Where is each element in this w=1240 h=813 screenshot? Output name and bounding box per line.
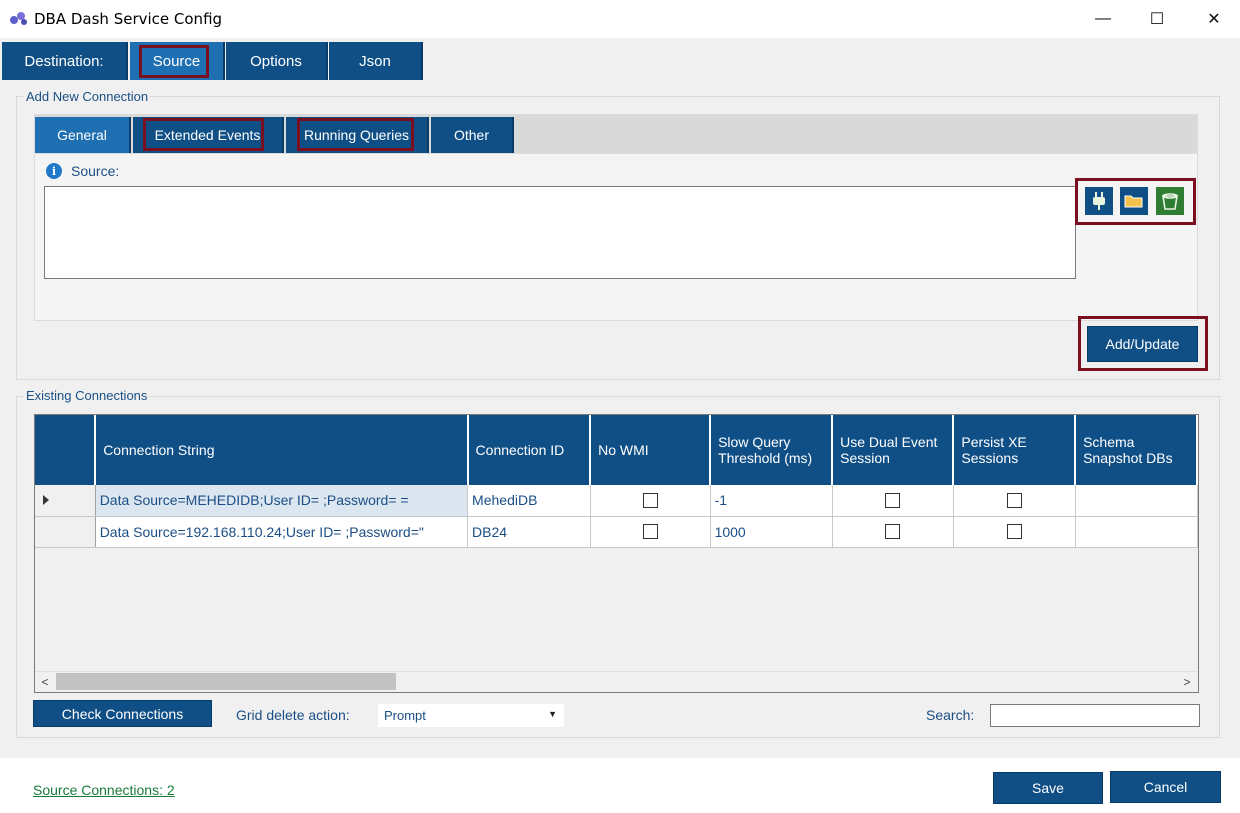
row-selector[interactable]: [35, 485, 96, 517]
info-icon: i: [46, 163, 62, 179]
no-wmi-checkbox[interactable]: [642, 492, 658, 508]
grid-header-row: Connection String Connection ID No WMI S…: [35, 415, 1198, 485]
minimize-button[interactable]: —: [1080, 0, 1126, 38]
cell-no-wmi[interactable]: [590, 516, 711, 548]
gear-cluster-icon: [10, 12, 27, 25]
no-wmi-checkbox[interactable]: [642, 524, 658, 539]
cancel-button[interactable]: Cancel: [1110, 771, 1221, 803]
tab-running-queries[interactable]: Running Queries: [286, 117, 429, 153]
scroll-left-icon[interactable]: <: [35, 672, 55, 691]
dual-event-checkbox[interactable]: [885, 492, 901, 508]
save-button[interactable]: Save: [993, 772, 1103, 804]
tab-source[interactable]: Source: [130, 42, 225, 80]
column-header-connection-string[interactable]: Connection String: [95, 415, 469, 485]
source-input[interactable]: [44, 186, 1076, 279]
cell-dual-event[interactable]: [832, 516, 954, 548]
grid-delete-value: Prompt: [384, 708, 426, 723]
column-header-schema-dbs[interactable]: Schema Snapshot DBs: [1075, 415, 1198, 485]
tab-general[interactable]: General: [35, 117, 131, 153]
search-input[interactable]: [990, 704, 1200, 727]
column-header-connection-id[interactable]: Connection ID: [467, 415, 592, 485]
column-header-slow-query[interactable]: Slow Query Threshold (ms): [710, 415, 834, 485]
connect-button[interactable]: [1085, 187, 1113, 215]
dropdown-arrow-icon: ▼: [548, 709, 557, 719]
window-title: DBA Dash Service Config: [34, 10, 223, 28]
column-header-persist-xe[interactable]: Persist XE Sessions: [953, 415, 1077, 485]
scroll-right-icon[interactable]: >: [1177, 672, 1197, 691]
table-row[interactable]: Data Source=192.168.110.24;User ID= ;Pas…: [35, 516, 1198, 548]
folder-open-icon: [1124, 195, 1143, 208]
cell-no-wmi[interactable]: [590, 485, 711, 517]
cell-persist-xe[interactable]: [953, 485, 1076, 517]
tab-options[interactable]: Options: [226, 42, 328, 80]
cell-slow-query[interactable]: 1000: [710, 516, 833, 548]
close-button[interactable]: ✕: [1191, 0, 1237, 38]
grid-delete-select[interactable]: Prompt ▼: [378, 704, 564, 727]
existing-connections-group-label: Existing Connections: [24, 388, 150, 403]
tab-json[interactable]: Json: [329, 42, 423, 80]
connect-plug-icon: [1093, 192, 1105, 210]
scrollbar-thumb[interactable]: [56, 673, 396, 690]
row-selector[interactable]: [35, 516, 96, 548]
cell-dual-event[interactable]: [832, 485, 954, 517]
cell-schema-dbs[interactable]: [1075, 516, 1198, 548]
add-update-button[interactable]: Add/Update: [1087, 326, 1198, 362]
s3-bucket-icon: [1162, 193, 1178, 210]
column-header-dual-event[interactable]: Use Dual Event Session: [832, 415, 955, 485]
cell-connection-string[interactable]: Data Source=192.168.110.24;User ID= ;Pas…: [95, 516, 469, 548]
source-connections-link[interactable]: Source Connections: 2: [33, 782, 175, 798]
dual-event-checkbox[interactable]: [885, 524, 901, 539]
maximize-button[interactable]: ☐: [1134, 0, 1180, 38]
column-header-no-wmi[interactable]: No WMI: [590, 415, 712, 485]
row-header-corner: [35, 415, 97, 485]
browse-folder-button[interactable]: [1120, 187, 1148, 215]
grid-delete-label: Grid delete action:: [236, 707, 350, 723]
connections-grid[interactable]: Connection String Connection ID No WMI S…: [34, 414, 1199, 693]
check-connections-button[interactable]: Check Connections: [33, 700, 212, 727]
persist-xe-checkbox[interactable]: [1006, 524, 1022, 539]
current-row-icon: [43, 495, 49, 506]
cell-connection-string[interactable]: Data Source=MEHEDIDB;User ID= ;Password=…: [95, 485, 469, 517]
tab-other[interactable]: Other: [431, 117, 514, 153]
add-connection-group-label: Add New Connection: [24, 89, 151, 104]
cell-connection-id[interactable]: MehediDB: [467, 485, 591, 517]
cell-connection-id[interactable]: DB24: [467, 516, 591, 548]
persist-xe-checkbox[interactable]: [1006, 492, 1022, 508]
tab-extended-events[interactable]: Extended Events: [133, 117, 284, 153]
cell-slow-query[interactable]: -1: [710, 485, 833, 517]
tab-destination[interactable]: Destination:: [2, 42, 128, 80]
title-bar: DBA Dash Service Config — ☐ ✕: [0, 0, 1240, 38]
table-row[interactable]: Data Source=MEHEDIDB;User ID= ;Password=…: [35, 485, 1198, 517]
source-label: Source:: [71, 163, 120, 179]
cell-persist-xe[interactable]: [953, 516, 1076, 548]
search-label: Search:: [926, 707, 975, 723]
s3-button[interactable]: [1156, 187, 1184, 215]
cell-schema-dbs[interactable]: [1075, 485, 1198, 517]
